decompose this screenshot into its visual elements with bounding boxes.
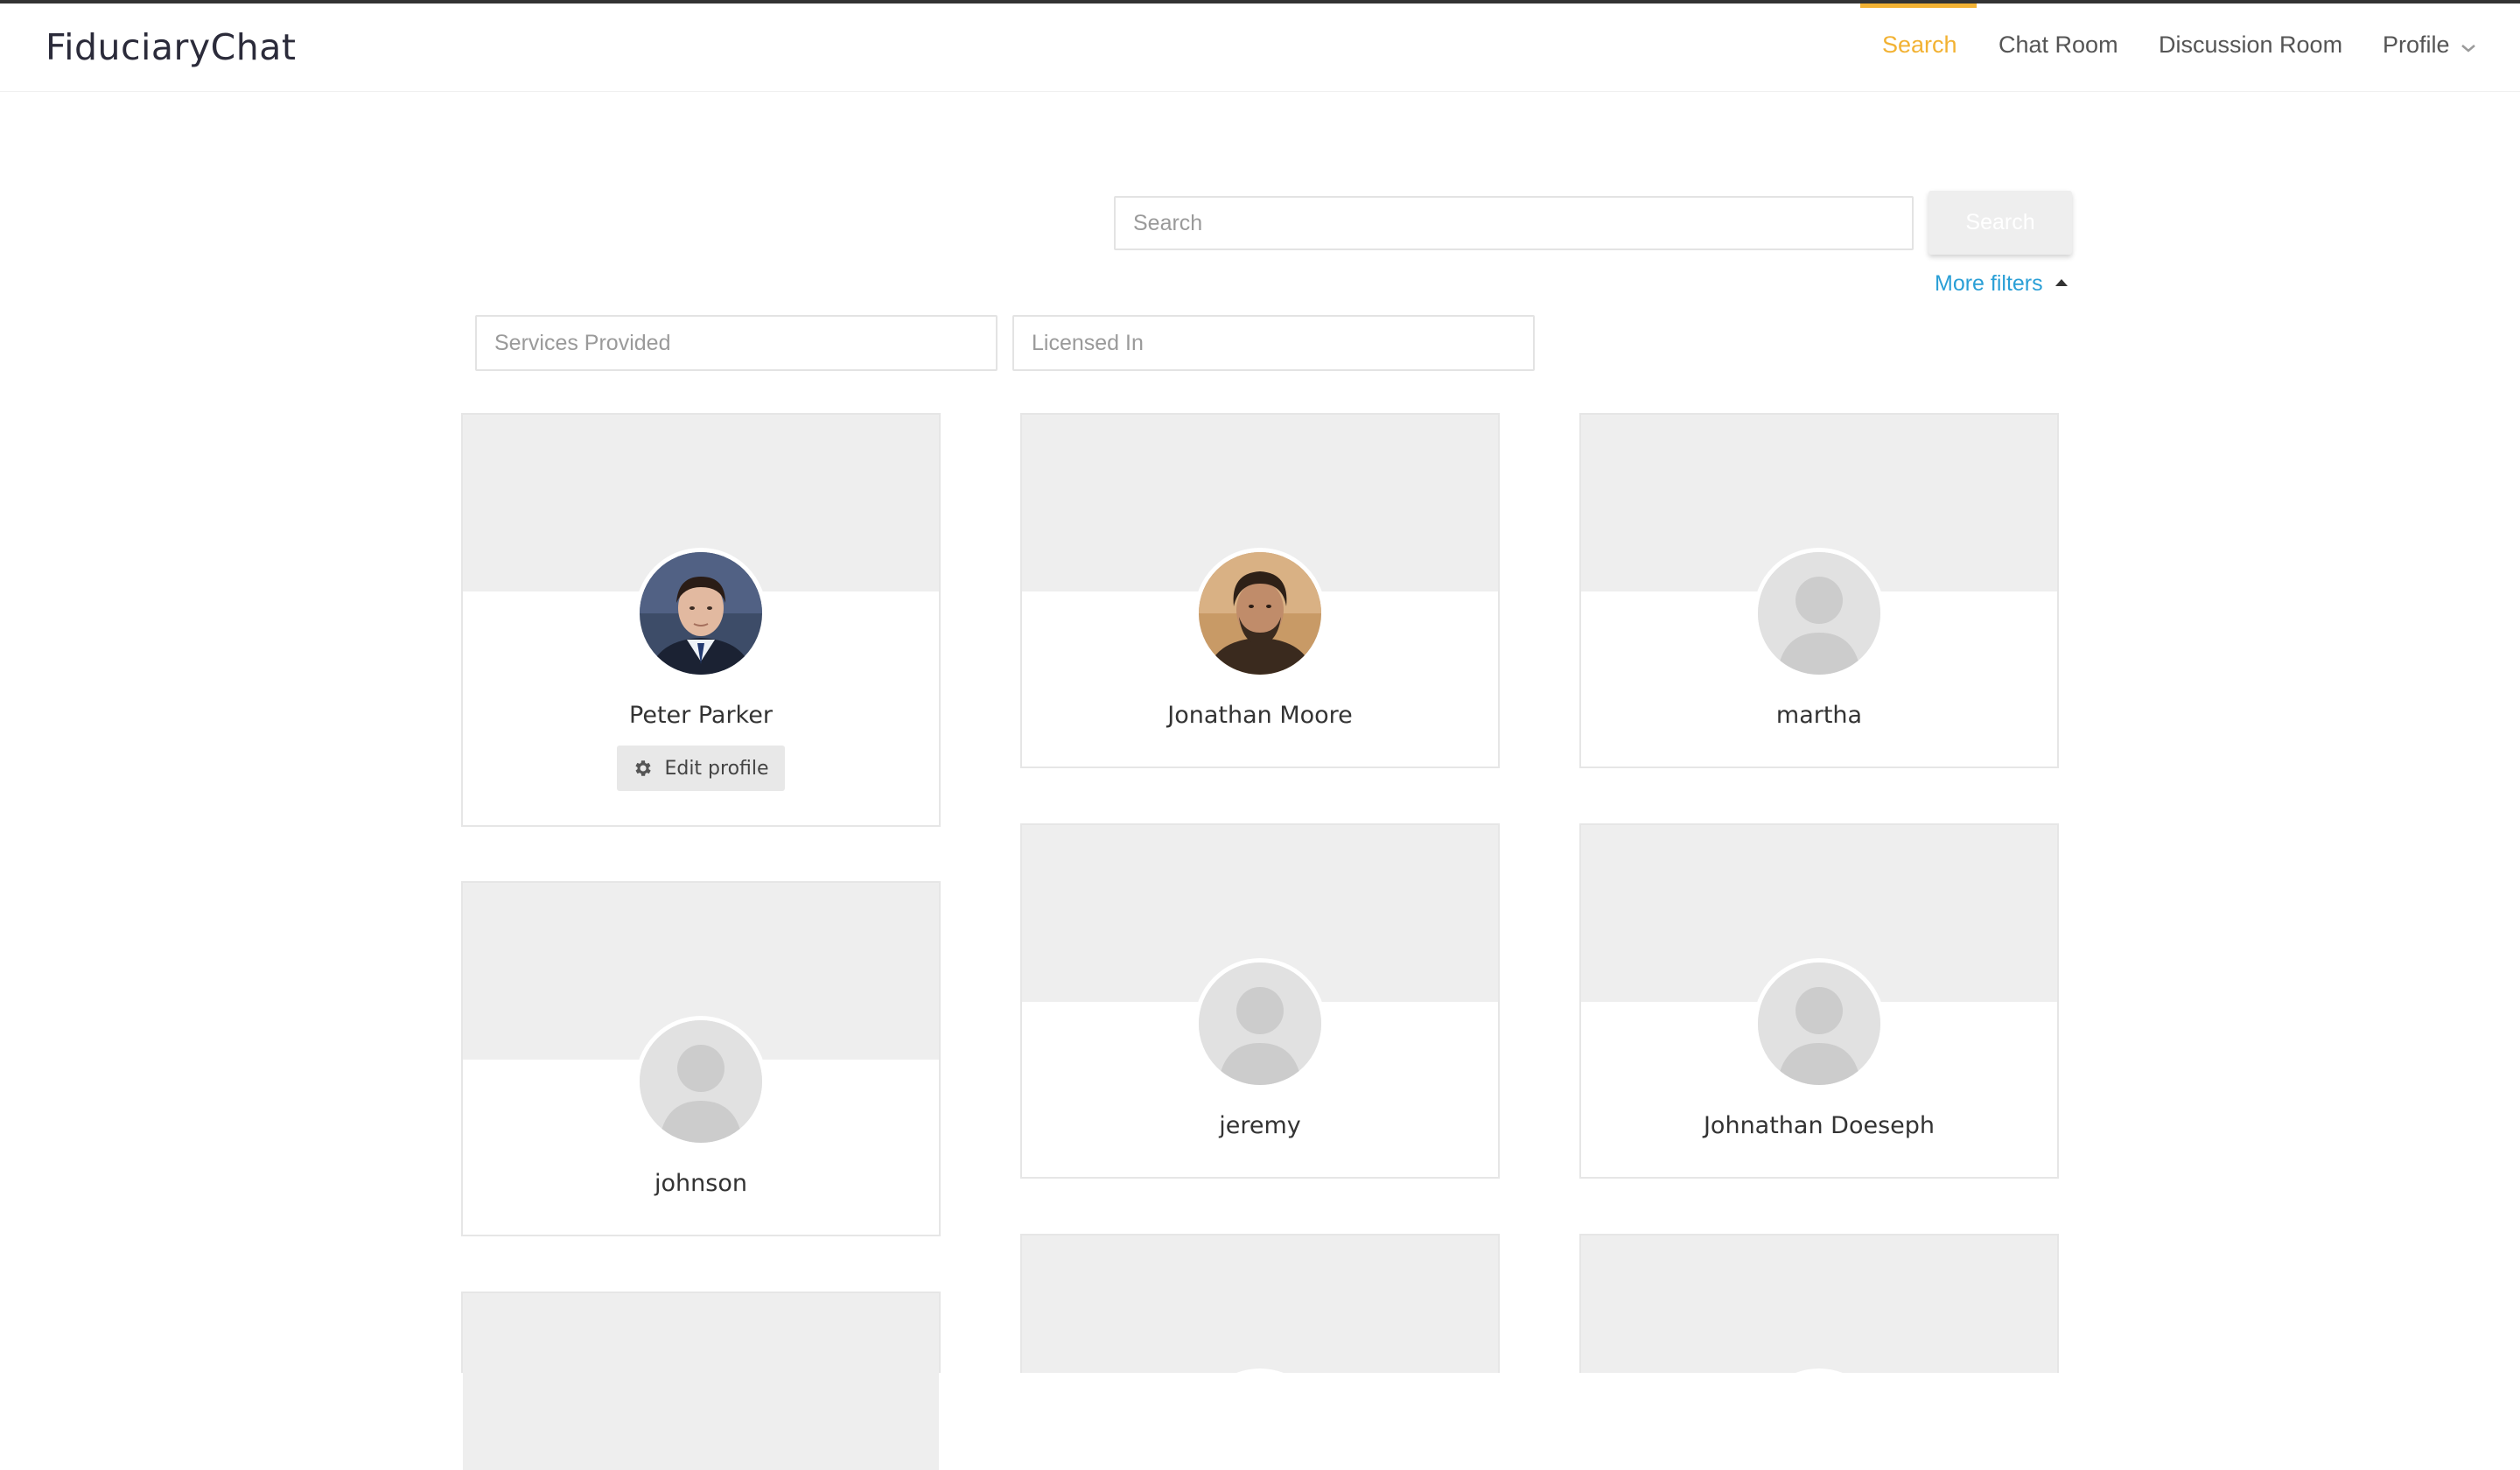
default-avatar-icon	[1758, 552, 1880, 675]
profile-card[interactable]	[1020, 1234, 1500, 1373]
profile-card[interactable]: johnson	[461, 881, 941, 1236]
more-filters-label: More filters	[1935, 271, 2043, 296]
avatar-photo	[640, 552, 762, 675]
profile-card[interactable]	[1579, 1234, 2059, 1373]
nav-search[interactable]: Search	[1882, 32, 1957, 59]
profile-card[interactable]: Johnathan Doeseph	[1579, 823, 2059, 1179]
card-name[interactable]: johnson	[463, 1170, 939, 1197]
card-cover	[463, 1293, 939, 1470]
caret-up-icon	[2054, 279, 2068, 287]
navbar: FiduciaryChat Search Chat Room Discussio…	[0, 4, 2520, 92]
avatar-photo	[1199, 552, 1321, 675]
avatar[interactable]	[1194, 548, 1326, 679]
card-cover	[1581, 1236, 2057, 1373]
nav-chat-room[interactable]: Chat Room	[1998, 32, 2118, 59]
more-filters-toggle[interactable]: More filters	[1935, 271, 2068, 297]
default-avatar-icon	[1758, 962, 1880, 1085]
nav-profile[interactable]: Profile	[2383, 32, 2476, 60]
avatar[interactable]	[1194, 958, 1326, 1089]
avatar[interactable]	[635, 548, 766, 679]
edit-profile-label: Edit profile	[664, 757, 769, 780]
avatar[interactable]	[1754, 548, 1885, 679]
avatar[interactable]	[635, 1016, 766, 1147]
licensed-in-field[interactable]	[1012, 315, 1535, 371]
card-name[interactable]: jeremy	[1022, 1112, 1498, 1139]
avatar[interactable]	[1754, 958, 1885, 1089]
profile-card[interactable]	[461, 1292, 941, 1470]
nav-discussion-room[interactable]: Discussion Room	[2159, 32, 2342, 59]
nav-active-indicator	[1860, 4, 1977, 8]
default-avatar-icon	[640, 1020, 762, 1143]
nav-profile-label: Profile	[2383, 32, 2450, 58]
chevron-down-icon	[2460, 32, 2476, 60]
services-provided-field[interactable]	[475, 315, 998, 371]
card-name[interactable]: Johnathan Doeseph	[1581, 1112, 2057, 1139]
brand-logo[interactable]: FiduciaryChat	[46, 26, 297, 68]
search-input[interactable]	[1114, 196, 1914, 250]
profile-card[interactable]: martha	[1579, 413, 2059, 768]
gear-icon	[633, 758, 654, 779]
card-name[interactable]: martha	[1581, 702, 2057, 729]
profile-card[interactable]: jeremy	[1020, 823, 1500, 1179]
card-name[interactable]: Peter Parker	[463, 702, 939, 729]
profile-card[interactable]: Peter Parker Edit profile	[461, 413, 941, 827]
search-button[interactable]: Search	[1928, 191, 2072, 255]
default-avatar-icon	[1199, 962, 1321, 1085]
card-cover	[1022, 1236, 1498, 1373]
profile-card[interactable]: Jonathan Moore	[1020, 413, 1500, 768]
card-name[interactable]: Jonathan Moore	[1022, 702, 1498, 729]
edit-profile-button[interactable]: Edit profile	[617, 746, 785, 791]
